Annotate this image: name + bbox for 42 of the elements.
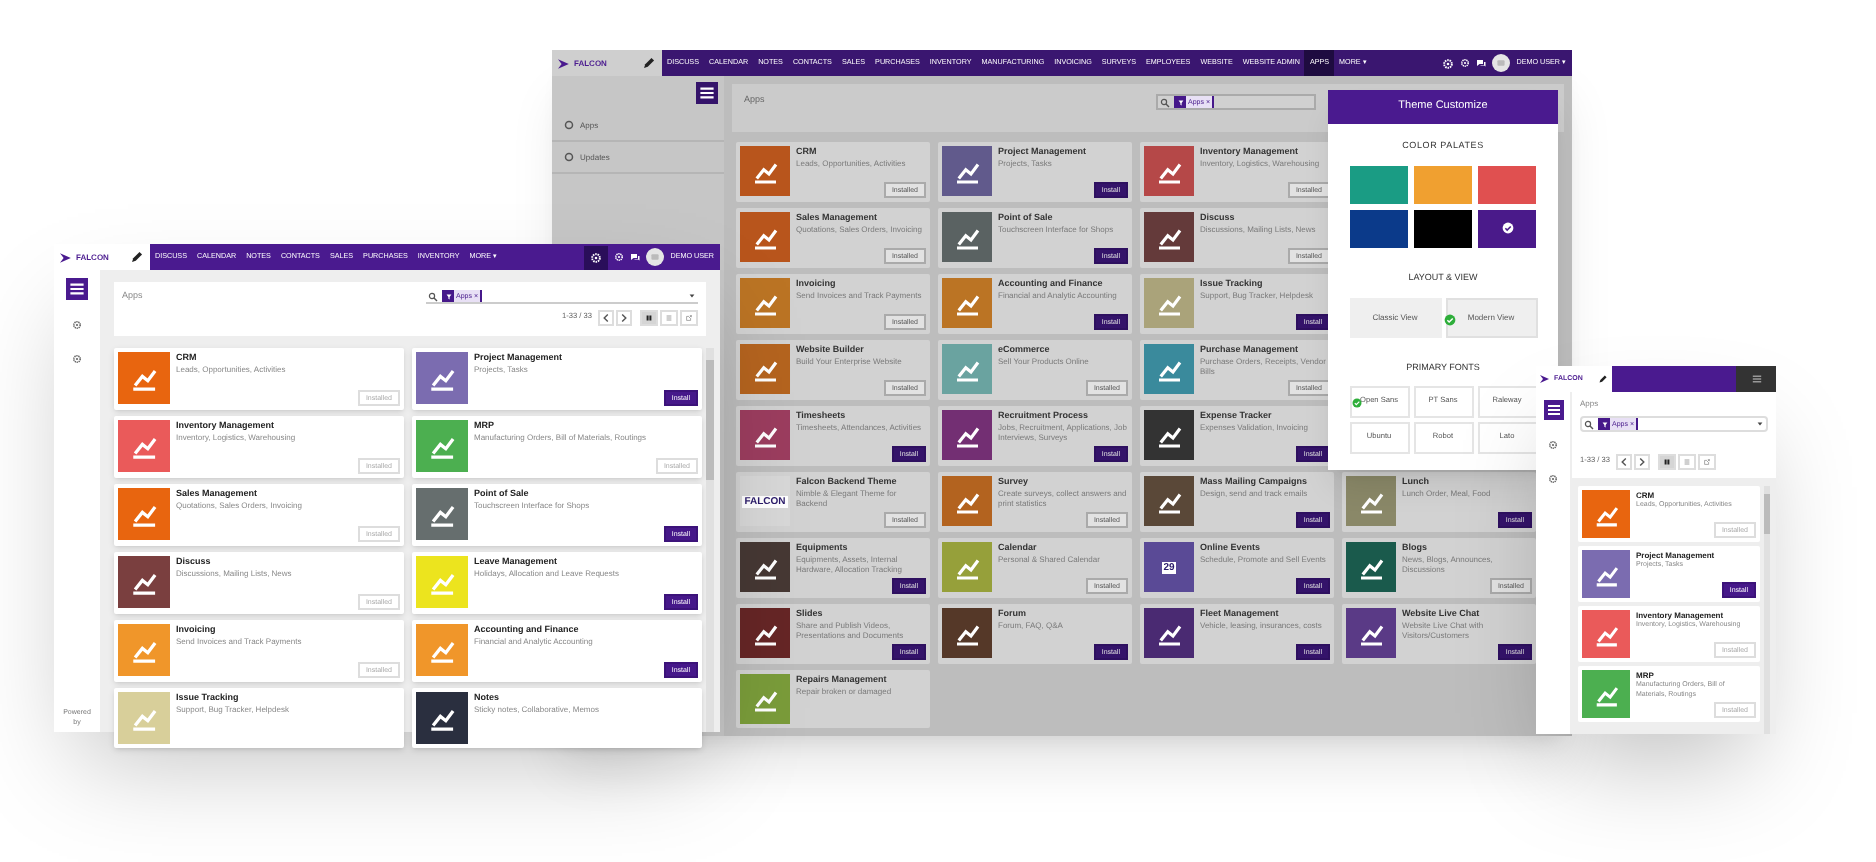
color-swatch[interactable] [1350, 165, 1408, 204]
menu-icon[interactable] [1543, 400, 1563, 420]
chat-icon[interactable] [1476, 58, 1487, 68]
chat-icon[interactable] [630, 252, 641, 262]
filter-icon [1600, 419, 1610, 429]
check-icon [1351, 398, 1361, 409]
scrollbar[interactable] [706, 348, 714, 732]
menu-icon[interactable] [696, 82, 718, 104]
pencil-icon[interactable] [642, 56, 656, 70]
next-page-icon[interactable] [616, 310, 632, 326]
pencil-icon[interactable] [130, 250, 144, 264]
search-icon [428, 291, 438, 301]
next-page-icon[interactable] [1634, 454, 1650, 470]
color-swatch[interactable] [1350, 209, 1408, 248]
caret-icon [1756, 420, 1764, 428]
filter-icon [1176, 97, 1186, 107]
kanban-view-icon[interactable] [1658, 454, 1676, 470]
kanban-view-icon[interactable] [640, 310, 658, 326]
previous-page-icon[interactable] [598, 310, 614, 326]
bird-logo-icon [1540, 374, 1550, 384]
color-swatch[interactable] [1478, 209, 1536, 248]
bird-logo-icon [558, 57, 570, 69]
search-icon [1584, 419, 1594, 429]
filter-icon [444, 291, 454, 301]
menu-icon[interactable] [66, 278, 88, 300]
avatar-icon[interactable] [1492, 54, 1511, 72]
pencil-icon[interactable] [1598, 374, 1608, 384]
circle-icon [564, 120, 574, 130]
search-icon [1160, 97, 1170, 107]
avatar-icon[interactable] [646, 248, 665, 266]
menu-icon [1749, 372, 1763, 386]
color-swatch[interactable] [1414, 165, 1472, 204]
caret-icon [688, 292, 696, 300]
settings-icon[interactable] [584, 245, 609, 269]
circle-icon [564, 152, 574, 162]
color-swatch[interactable] [1414, 209, 1472, 248]
check-icon [1501, 222, 1513, 235]
menu-toggle-button[interactable] [1736, 366, 1776, 392]
color-swatch[interactable] [1478, 165, 1536, 204]
check-icon [1443, 313, 1455, 325]
previous-page-icon[interactable] [1616, 454, 1632, 470]
bird-logo-icon [60, 251, 72, 263]
